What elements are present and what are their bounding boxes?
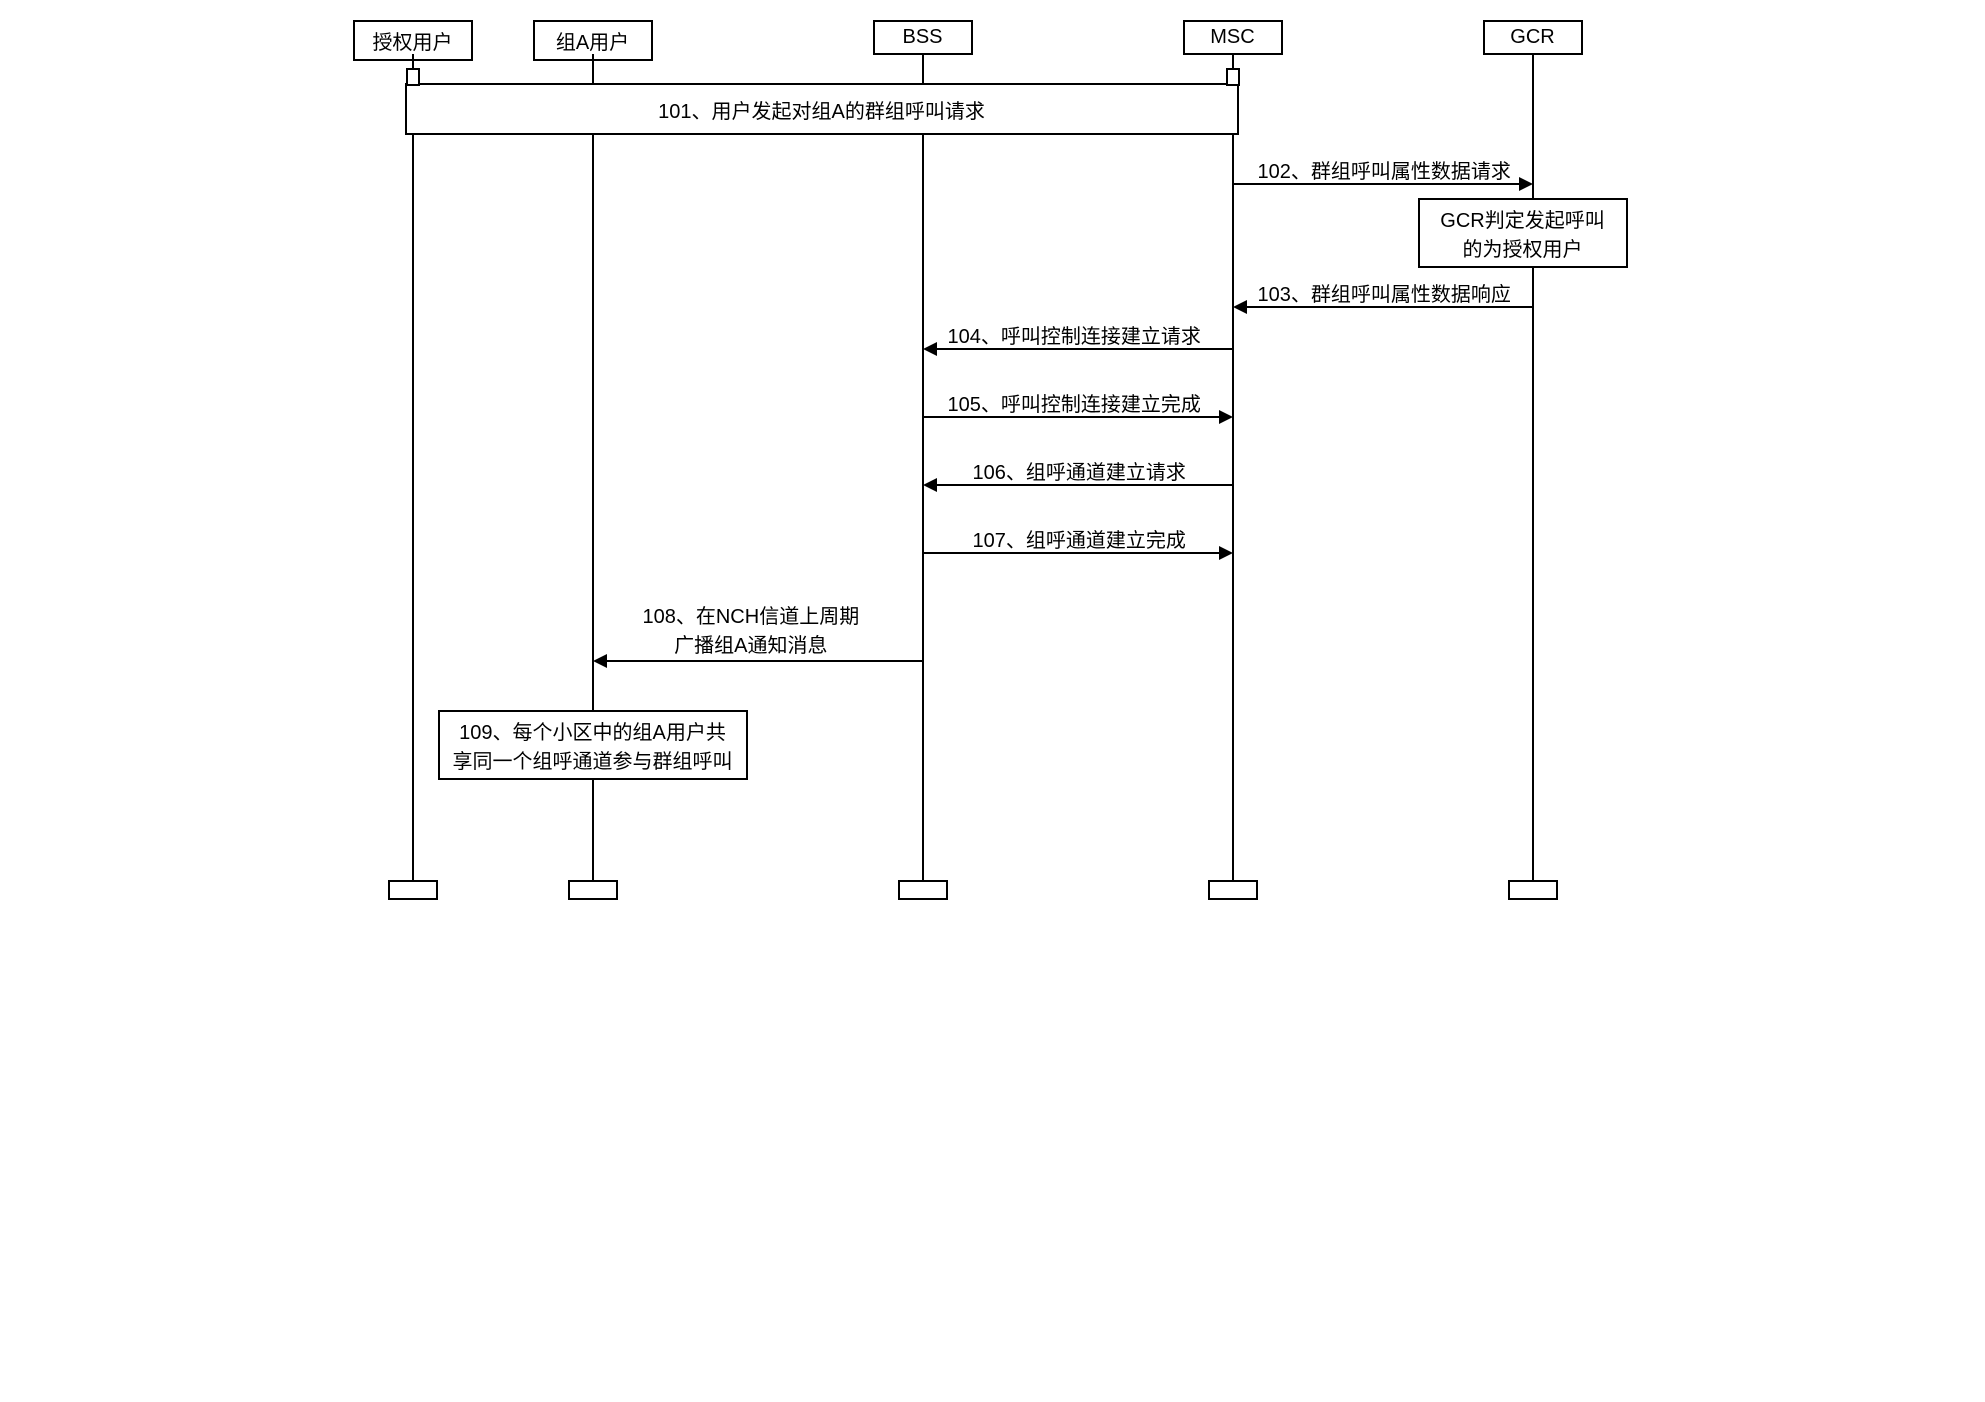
step-108-l1: 108、在NCH信道上周期 <box>643 600 860 629</box>
step-104-arrowhead <box>923 342 937 356</box>
actor-bss: BSS <box>873 20 973 55</box>
step-101-box: 101、用户发起对组A的群组呼叫请求 <box>405 83 1239 135</box>
term-gcr <box>1508 880 1558 900</box>
lifeline-bss <box>922 54 924 880</box>
step-103-label: 103、群组呼叫属性数据响应 <box>1258 278 1511 307</box>
step-107-arrowhead <box>1219 546 1233 560</box>
step-102-label: 102、群组呼叫属性数据请求 <box>1258 155 1511 184</box>
step-108-l2: 广播组A通知消息 <box>643 629 860 658</box>
lifeline-auth-user <box>412 54 414 880</box>
step-109-box: 109、每个小区中的组A用户共 享同一个组呼通道参与群组呼叫 <box>438 710 748 780</box>
step-101-label: 101、用户发起对组A的群组呼叫请求 <box>658 95 985 124</box>
step-103-arrowhead <box>1233 300 1247 314</box>
step-108-label: 108、在NCH信道上周期 广播组A通知消息 <box>643 600 860 658</box>
step-107-label: 107、组呼通道建立完成 <box>973 524 1186 553</box>
step-108-arrowhead <box>593 654 607 668</box>
sequence-diagram: 授权用户 组A用户 BSS MSC GCR 101、用户发起对组A的群组呼叫请求… <box>353 20 1633 920</box>
step-106-label: 106、组呼通道建立请求 <box>973 456 1186 485</box>
step-107-arrow <box>923 552 1219 554</box>
lifeline-msc <box>1232 54 1234 880</box>
step-105-arrowhead <box>1219 410 1233 424</box>
gcr-note-l1: GCR判定发起呼叫 <box>1426 204 1620 233</box>
term-auth-user <box>388 880 438 900</box>
step-104-arrow <box>937 348 1233 350</box>
term-bss <box>898 880 948 900</box>
actor-gcr: GCR <box>1483 20 1583 55</box>
step-102-arrow <box>1233 183 1519 185</box>
gcr-note-box: GCR判定发起呼叫 的为授权用户 <box>1418 198 1628 268</box>
step-106-arrow <box>937 484 1233 486</box>
step-105-label: 105、呼叫控制连接建立完成 <box>948 388 1201 417</box>
step-106-arrowhead <box>923 478 937 492</box>
actor-msc: MSC <box>1183 20 1283 55</box>
step-102-arrowhead <box>1519 177 1533 191</box>
step-103-arrow <box>1247 306 1533 308</box>
step-109-l2: 享同一个组呼通道参与群组呼叫 <box>446 745 740 774</box>
step-105-arrow <box>923 416 1219 418</box>
gcr-note-l2: 的为授权用户 <box>1426 233 1620 262</box>
step-108-arrow <box>607 660 923 662</box>
activation-msc-top <box>1226 68 1240 86</box>
activation-auth-top <box>406 68 420 86</box>
step-109-l1: 109、每个小区中的组A用户共 <box>446 716 740 745</box>
term-group-a-user <box>568 880 618 900</box>
term-msc <box>1208 880 1258 900</box>
step-104-label: 104、呼叫控制连接建立请求 <box>948 320 1201 349</box>
